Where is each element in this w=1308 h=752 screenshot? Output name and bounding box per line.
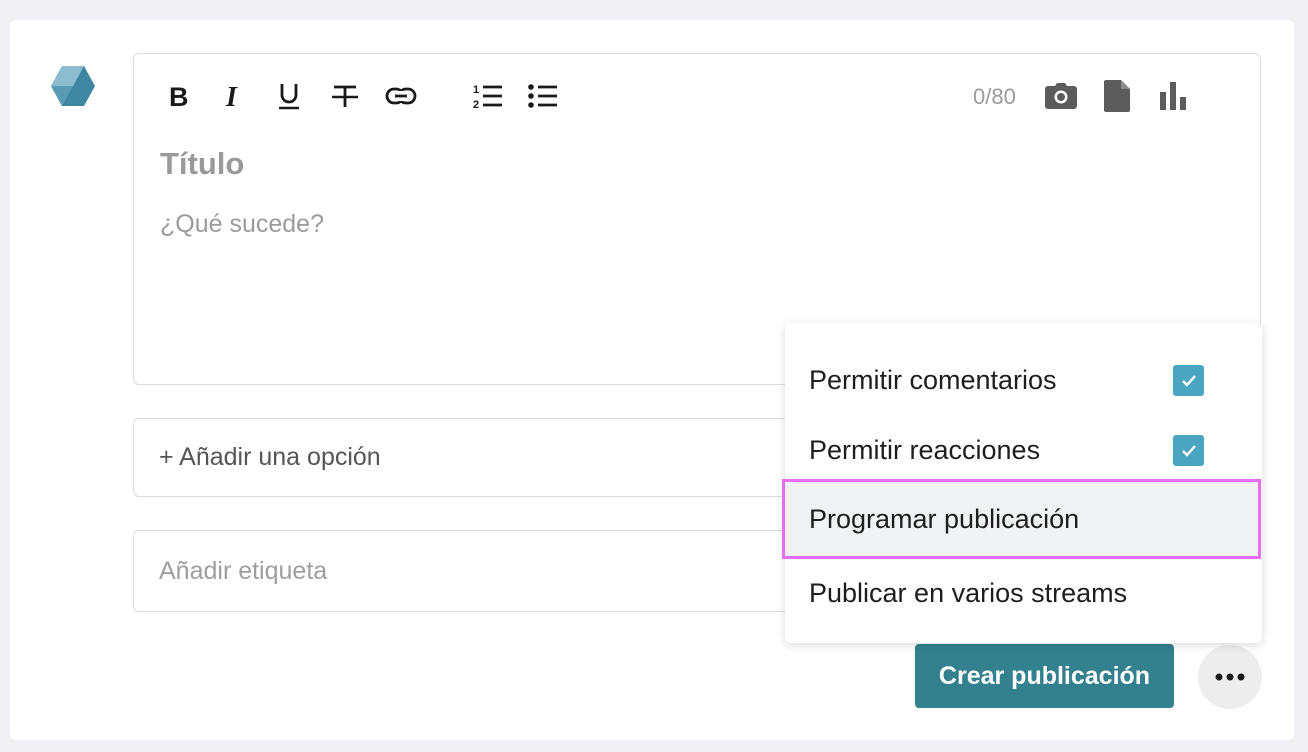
character-counter: 0/80 <box>973 84 1016 109</box>
svg-text:B: B <box>169 83 189 109</box>
menu-item-allow-reactions[interactable]: Permitir reacciones <box>785 415 1262 485</box>
svg-text:I: I <box>225 83 238 109</box>
create-post-button[interactable]: Crear publicación <box>915 644 1174 708</box>
tag-placeholder: Añadir etiqueta <box>159 556 328 585</box>
link-icon[interactable] <box>381 76 421 116</box>
menu-item-label: Publicar en varios streams <box>809 577 1128 608</box>
bold-icon[interactable]: B <box>158 76 198 116</box>
menu-item-multi-stream[interactable]: Publicar en varios streams <box>785 558 1262 628</box>
svg-text:2: 2 <box>473 99 479 110</box>
title-input[interactable]: Título <box>160 146 244 182</box>
file-icon[interactable] <box>1097 76 1137 116</box>
menu-item-label: Permitir reacciones <box>809 434 1041 465</box>
allow-reactions-checkbox[interactable] <box>1173 434 1204 466</box>
bullet-list-icon[interactable] <box>523 76 563 116</box>
menu-item-schedule-post[interactable]: Programar publicación <box>782 479 1261 559</box>
menu-item-allow-comments[interactable]: Permitir comentarios <box>785 345 1262 415</box>
italic-icon[interactable]: I <box>214 76 254 116</box>
more-options-button[interactable] <box>1198 645 1262 709</box>
bar-chart-icon[interactable] <box>1153 76 1193 116</box>
post-options-menu: Permitir comentarios Permitir reacciones… <box>782 323 1262 643</box>
strikethrough-icon[interactable] <box>325 76 365 116</box>
create-post-label: Crear publicación <box>938 661 1151 690</box>
allow-comments-checkbox[interactable] <box>1173 364 1204 396</box>
underline-icon[interactable] <box>269 76 309 116</box>
checkmark-icon <box>1181 444 1196 457</box>
checkmark-icon <box>1181 374 1196 387</box>
logo-icon <box>50 65 96 107</box>
menu-item-label: Permitir comentarios <box>809 364 1057 395</box>
svg-text:1: 1 <box>473 84 479 96</box>
add-option-label: + Añadir una opción <box>159 443 381 471</box>
camera-icon[interactable] <box>1041 76 1081 116</box>
ordered-list-icon[interactable]: 12 <box>468 76 508 116</box>
menu-item-label: Programar publicación <box>809 503 1080 534</box>
body-input[interactable]: ¿Qué sucede? <box>160 210 324 239</box>
more-horizontal-icon <box>1215 673 1245 681</box>
